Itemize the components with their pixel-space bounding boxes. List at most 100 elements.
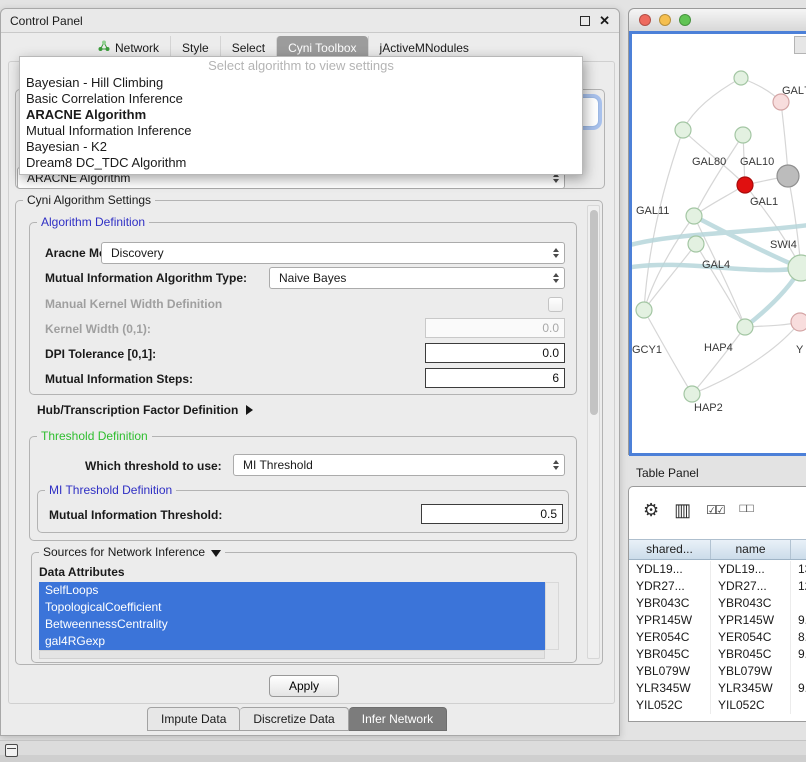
collapsed-arrow-icon xyxy=(246,405,253,415)
which-threshold-select[interactable]: MI Threshold xyxy=(233,454,565,476)
settings-scrollbar-thumb[interactable] xyxy=(590,210,598,415)
float-window-icon[interactable] xyxy=(580,16,590,26)
settings-group-title: Cyni Algorithm Settings xyxy=(23,193,155,207)
table-row[interactable]: YDR27...YDR27...12 xyxy=(629,578,806,595)
gear-icon[interactable]: ⚙ xyxy=(643,501,659,519)
table-row[interactable]: YBR043CYBR043C xyxy=(629,595,806,612)
manual-kernel-checkbox[interactable] xyxy=(548,297,563,312)
table-panel-window: ⚙▥☑☑☐☐ shared...name YDL19...YDL19...13Y… xyxy=(628,486,806,722)
network-window-titlebar[interactable] xyxy=(629,9,806,32)
algorithm-option[interactable]: ARACNE Algorithm xyxy=(20,107,582,123)
tab-label: Cyni Toolbox xyxy=(288,41,356,55)
mi-type-select[interactable]: Naive Bayes xyxy=(269,267,565,289)
threshold-definition-title: Threshold Definition xyxy=(37,429,152,443)
sources-toggle[interactable]: Sources for Network Inference xyxy=(39,545,225,559)
zoom-button[interactable] xyxy=(679,14,691,26)
table-row[interactable]: YIL052CYIL052C xyxy=(629,697,806,714)
table-row[interactable]: YPR145WYPR145W9. xyxy=(629,612,806,629)
attribute-list-vertical-scrollbar[interactable] xyxy=(545,582,559,650)
algorithm-option[interactable]: Bayesian - K2 xyxy=(20,139,582,155)
network-icon xyxy=(98,40,110,55)
hub-definition-label: Hub/Transcription Factor Definition xyxy=(37,403,238,417)
table-cell: YLR345W xyxy=(711,680,791,697)
network-node-label: GCY1 xyxy=(632,344,662,356)
network-node[interactable] xyxy=(686,208,702,224)
algorithm-option[interactable]: Bayesian - Hill Climbing xyxy=(20,75,582,91)
minimize-button[interactable] xyxy=(659,14,671,26)
table-panel-title: Table Panel xyxy=(636,466,699,480)
close-icon[interactable]: ✕ xyxy=(599,14,610,27)
algorithm-option[interactable]: Dream8 DC_TDC Algorithm xyxy=(20,155,582,171)
table-cell: YBL079W xyxy=(711,663,791,680)
network-node[interactable] xyxy=(735,127,751,143)
select-all-icon[interactable]: ☑☑ xyxy=(706,504,724,516)
mi-steps-input[interactable] xyxy=(425,368,565,388)
attribute-list-horizontal-scrollbar[interactable] xyxy=(39,650,545,659)
control-panel-window: Control Panel ✕ NetworkStyleSelectCyni T… xyxy=(0,8,620,736)
dpi-tolerance-input[interactable] xyxy=(425,343,565,363)
data-attributes-list: SelfLoopsTopologicalCoefficientBetweenne… xyxy=(39,582,559,660)
network-canvas[interactable]: GAL7GAL80GAL10GAL11GAL1SWI4GAL4GCY1HAP4Y… xyxy=(632,34,806,453)
table-row[interactable]: YBL079WYBL079W xyxy=(629,663,806,680)
network-node-label: HAP2 xyxy=(694,402,723,414)
network-node-label: GAL80 xyxy=(692,156,726,168)
aracne-mode-select[interactable]: Discovery xyxy=(101,242,565,264)
network-node-label: GAL10 xyxy=(740,156,774,168)
panel-toggle-icon[interactable] xyxy=(5,744,18,757)
table-row[interactable]: YER054CYER054C8. xyxy=(629,629,806,646)
algorithm-dropdown-popup: Select algorithm to view settings Bayesi… xyxy=(19,56,583,175)
table-cell: YBR043C xyxy=(711,595,791,612)
network-corner-widget[interactable] xyxy=(794,36,806,54)
network-node-label: GAL11 xyxy=(636,205,669,217)
table-row[interactable]: YLR345WYLR345W9. xyxy=(629,680,806,697)
kernel-width-input[interactable] xyxy=(425,318,565,338)
tab-infer-network[interactable]: Infer Network xyxy=(349,707,447,731)
attribute-item[interactable]: gal4RGexp xyxy=(39,633,545,650)
table-row[interactable]: YDL19...YDL19...13 xyxy=(629,561,806,578)
table-columns-icon[interactable]: ▥ xyxy=(674,501,691,519)
hub-definition-toggle[interactable]: Hub/Transcription Factor Definition xyxy=(37,403,253,417)
network-node[interactable] xyxy=(675,122,691,138)
table-cell: 9. xyxy=(791,646,806,663)
table-cell: 13 xyxy=(791,561,806,578)
table-cell: YBR045C xyxy=(629,646,711,663)
algorithm-option[interactable]: Mutual Information Inference xyxy=(20,123,582,139)
table-cell: YPR145W xyxy=(629,612,711,629)
network-node[interactable] xyxy=(688,236,704,252)
attribute-items: SelfLoopsTopologicalCoefficientBetweenne… xyxy=(39,582,559,650)
table-cell: YDR27... xyxy=(629,578,711,595)
network-node[interactable] xyxy=(777,165,799,187)
attribute-item[interactable]: SelfLoops xyxy=(39,582,545,599)
column-header[interactable] xyxy=(791,540,806,559)
network-node[interactable] xyxy=(636,302,652,318)
table-row[interactable]: YBR045CYBR045C9. xyxy=(629,646,806,663)
control-panel-titlebar[interactable]: Control Panel ✕ xyxy=(1,9,619,33)
table-header-row: shared...name xyxy=(629,539,806,560)
column-header[interactable]: name xyxy=(711,540,791,559)
network-node[interactable] xyxy=(737,319,753,335)
apply-button[interactable]: Apply xyxy=(269,675,339,697)
close-button[interactable] xyxy=(639,14,651,26)
data-attributes-label: Data Attributes xyxy=(39,565,125,579)
titlebar-icons: ✕ xyxy=(580,14,610,27)
column-header[interactable]: shared... xyxy=(629,540,711,559)
network-node[interactable] xyxy=(734,71,748,85)
attribute-item[interactable]: TopologicalCoefficient xyxy=(39,599,545,616)
mi-threshold-label: Mutual Information Threshold: xyxy=(49,508,222,522)
table-cell: YDL19... xyxy=(629,561,711,578)
tab-discretize-data[interactable]: Discretize Data xyxy=(240,707,348,731)
settings-scrollbar[interactable] xyxy=(587,205,600,659)
network-node[interactable] xyxy=(788,255,806,281)
table-cell: YER054C xyxy=(629,629,711,646)
algorithm-option[interactable]: Basic Correlation Inference xyxy=(20,91,582,107)
tab-label: Network xyxy=(115,41,159,55)
sources-label: Sources for Network Inference xyxy=(43,545,205,559)
network-node[interactable] xyxy=(737,177,753,193)
mi-threshold-input[interactable] xyxy=(421,504,563,524)
attribute-item[interactable]: BetweennessCentrality xyxy=(39,616,545,633)
network-node[interactable] xyxy=(684,386,700,402)
deselect-all-icon[interactable]: ☐☐ xyxy=(739,505,753,515)
network-view[interactable]: GAL7GAL80GAL10GAL11GAL1SWI4GAL4GCY1HAP4Y… xyxy=(629,31,806,456)
tab-impute-data[interactable]: Impute Data xyxy=(147,707,240,731)
network-node[interactable] xyxy=(791,313,806,331)
